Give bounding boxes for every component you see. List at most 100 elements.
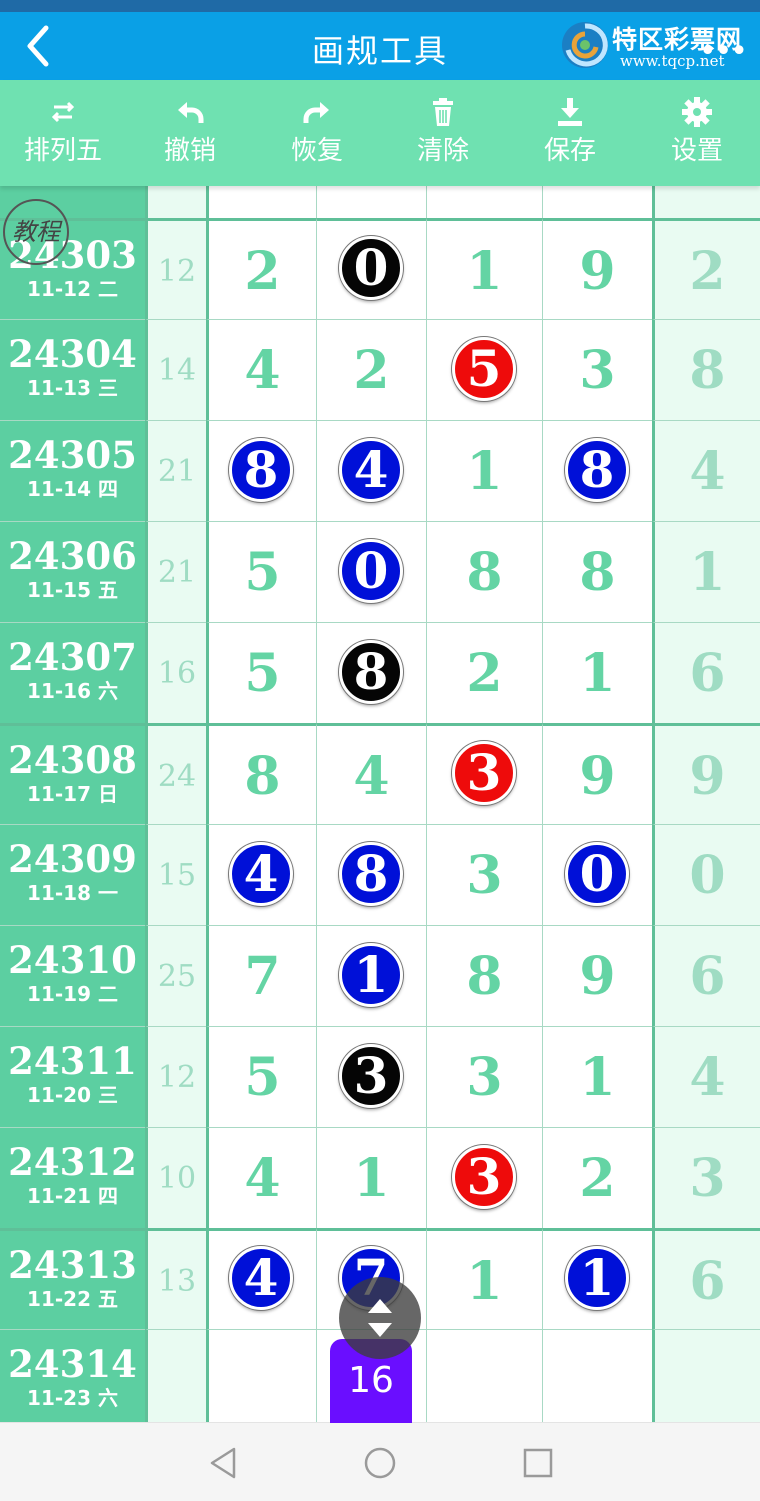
digit-cell[interactable]: 8 <box>652 319 760 420</box>
blue-ball-marker[interactable]: 4 <box>229 842 293 906</box>
blue-ball-marker[interactable]: 1 <box>565 1246 629 1310</box>
issue-cell: 24314 11-23 六 <box>0 1329 145 1422</box>
issue-date: 11-21 四 <box>27 1184 118 1208</box>
digit-cell[interactable]: 3 <box>426 1026 542 1127</box>
sum-cell: 10 <box>145 1127 206 1228</box>
digit-cell[interactable]: 8 <box>426 925 542 1026</box>
issue-cell: 24306 11-15 五 <box>0 521 145 622</box>
digit-cell[interactable]: 1 <box>652 521 760 622</box>
blue-ball-marker[interactable]: 0 <box>339 539 403 603</box>
digit-cell[interactable]: 8 <box>426 521 542 622</box>
sum-cell: 12 <box>145 218 206 319</box>
issue-number: 24310 <box>8 938 137 982</box>
issue-number: 24307 <box>8 635 137 679</box>
scroll-handle[interactable] <box>339 1277 421 1359</box>
digit-cell[interactable]: 8 <box>542 521 652 622</box>
digit-cell[interactable]: 5 <box>206 622 316 723</box>
digit-cell[interactable]: 6 <box>652 925 760 1026</box>
toolbar-gear-button[interactable]: 设置 <box>634 96 760 167</box>
digit-cell[interactable]: 1 <box>426 1228 542 1329</box>
red-ball-marker[interactable]: 3 <box>452 741 516 805</box>
toolbar-trash-button[interactable]: 清除 <box>380 96 506 167</box>
download-icon <box>507 96 633 128</box>
black-ball-marker[interactable]: 0 <box>339 236 403 300</box>
issue-number: 24314 <box>8 1342 137 1386</box>
digit-cell[interactable]: 3 <box>426 824 542 925</box>
digit-cell[interactable]: 1 <box>542 622 652 723</box>
digit-cell[interactable] <box>426 1329 542 1422</box>
digit-cell[interactable] <box>542 1329 652 1422</box>
undo-icon <box>127 96 253 128</box>
blue-ball-marker[interactable]: 1 <box>339 943 403 1007</box>
triangle-back-icon[interactable] <box>204 1443 244 1483</box>
issue-cell: 24313 11-22 五 <box>0 1228 145 1329</box>
digit-cell[interactable]: 6 <box>652 1228 760 1329</box>
redo-icon <box>254 96 380 128</box>
digit-cell[interactable]: 7 <box>206 925 316 1026</box>
swap-arrows-icon <box>0 96 126 128</box>
digit-cell[interactable]: 4 <box>206 319 316 420</box>
toolbar-undo-button[interactable]: 撤销 <box>127 96 253 167</box>
issue-number: 24304 <box>8 332 137 376</box>
sum-cell: 13 <box>145 1228 206 1329</box>
table-row: 24308 11-17 日 24 8 4 9 9 <box>0 723 760 824</box>
sum-cell: 25 <box>145 925 206 1026</box>
sum-cell <box>145 1329 206 1422</box>
blue-ball-marker[interactable]: 4 <box>229 1246 293 1310</box>
black-ball-marker[interactable]: 3 <box>339 1044 403 1108</box>
digit-cell[interactable]: 1 <box>426 218 542 319</box>
sum-cell: 12 <box>145 1026 206 1127</box>
red-ball-marker[interactable]: 3 <box>452 1145 516 1209</box>
blue-ball-marker[interactable]: 0 <box>565 842 629 906</box>
more-button[interactable]: ••• <box>699 34 748 69</box>
digit-cell[interactable]: 0 <box>652 824 760 925</box>
lottery-grid[interactable]: 11-11 一2430311-12 二12219202430411-13 三14… <box>0 0 760 1422</box>
digit-cell[interactable]: 9 <box>542 925 652 1026</box>
issue-date: 11-23 六 <box>27 1386 118 1410</box>
blue-ball-marker[interactable]: 4 <box>339 438 403 502</box>
digit-cell[interactable]: 4 <box>652 420 760 521</box>
toolbar-label: 设置 <box>670 136 723 166</box>
digit-cell[interactable]: 4 <box>652 1026 760 1127</box>
digit-cell[interactable]: 9 <box>542 723 652 824</box>
issue-date: 11-16 六 <box>27 679 118 703</box>
digit-cell[interactable] <box>652 1329 760 1422</box>
black-ball-marker[interactable]: 8 <box>339 640 403 704</box>
digit-cell[interactable]: 3 <box>542 319 652 420</box>
tutorial-button[interactable]: 教程 <box>3 199 69 265</box>
digit-cell[interactable]: 2 <box>652 218 760 319</box>
digit-cell[interactable]: 2 <box>426 622 542 723</box>
digit-cell[interactable]: 3 <box>652 1127 760 1228</box>
digit-cell[interactable]: 1 <box>426 420 542 521</box>
digit-cell[interactable]: 4 <box>206 1127 316 1228</box>
digit-cell[interactable]: 4 <box>316 723 426 824</box>
gear-icon <box>634 96 760 128</box>
digit-cell[interactable]: 2 <box>542 1127 652 1228</box>
issue-date: 11-17 日 <box>27 782 118 806</box>
blue-ball-marker[interactable]: 8 <box>565 438 629 502</box>
toolbar-swap-arrows-button[interactable]: 排列五 <box>0 96 126 167</box>
circle-home-icon[interactable] <box>360 1443 400 1483</box>
digit-cell[interactable]: 9 <box>542 218 652 319</box>
digit-cell[interactable]: 1 <box>316 1127 426 1228</box>
issue-cell: 24310 11-19 二 <box>0 925 145 1026</box>
toolbar-redo-button[interactable]: 恢复 <box>254 96 380 167</box>
digit-cell[interactable]: 5 <box>206 1026 316 1127</box>
sum-cell: 14 <box>145 319 206 420</box>
red-ball-marker[interactable]: 5 <box>452 337 516 401</box>
digit-cell[interactable]: 1 <box>542 1026 652 1127</box>
digit-cell[interactable]: 8 <box>206 723 316 824</box>
digit-cell[interactable]: 9 <box>652 723 760 824</box>
issue-date: 11-20 三 <box>27 1083 118 1107</box>
digit-cell[interactable]: 2 <box>316 319 426 420</box>
toolbar-label: 清除 <box>416 136 469 166</box>
square-recents-icon[interactable] <box>518 1443 558 1483</box>
digit-cell[interactable]: 5 <box>206 521 316 622</box>
digit-cell[interactable] <box>206 1329 316 1422</box>
blue-ball-marker[interactable]: 8 <box>229 438 293 502</box>
digit-cell[interactable]: 6 <box>652 622 760 723</box>
issue-number: 24306 <box>8 534 137 578</box>
blue-ball-marker[interactable]: 8 <box>339 842 403 906</box>
digit-cell[interactable]: 2 <box>206 218 316 319</box>
toolbar-download-button[interactable]: 保存 <box>507 96 633 167</box>
